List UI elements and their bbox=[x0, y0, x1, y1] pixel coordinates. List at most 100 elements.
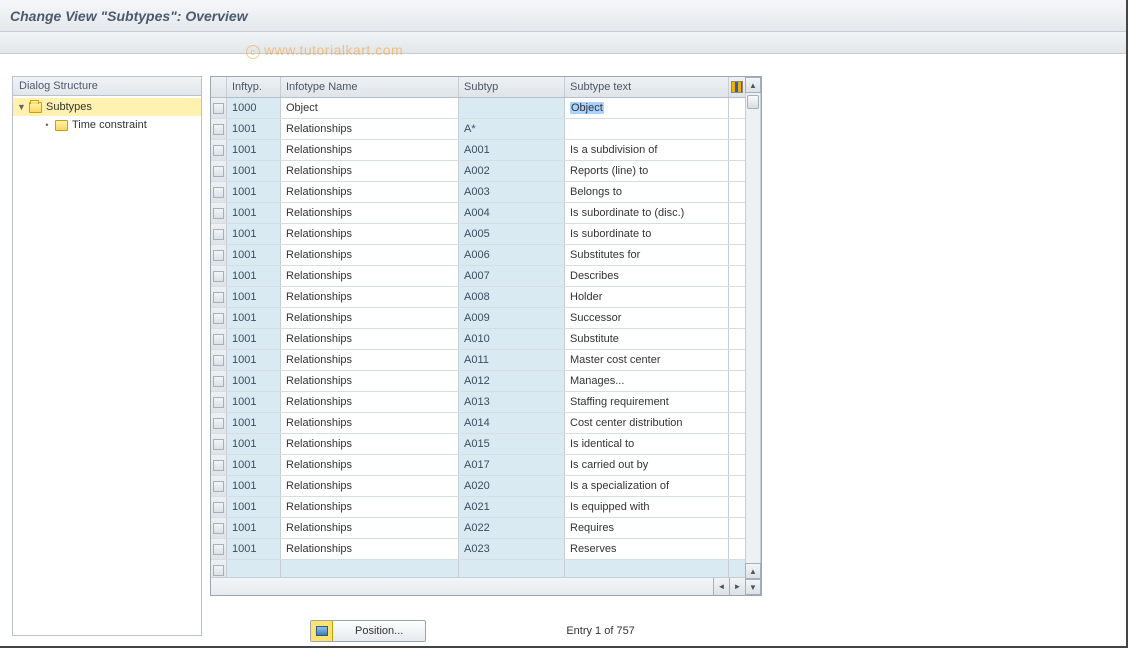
cell-infotype-name[interactable]: Relationships bbox=[281, 308, 459, 328]
grid-config-button[interactable] bbox=[729, 77, 745, 97]
cell-subtype[interactable]: A023 bbox=[459, 539, 565, 559]
table-row[interactable]: 1001RelationshipsA011Master cost center bbox=[211, 350, 745, 371]
cell-subtype[interactable]: A008 bbox=[459, 287, 565, 307]
cell-infotype-name[interactable]: Relationships bbox=[281, 434, 459, 454]
row-selector[interactable] bbox=[211, 434, 227, 454]
row-selector[interactable] bbox=[211, 182, 227, 202]
cell-infotype-name[interactable]: Object bbox=[281, 98, 459, 118]
table-row[interactable]: 1001RelationshipsA007Describes bbox=[211, 266, 745, 287]
row-selector[interactable] bbox=[211, 497, 227, 517]
cell-infotype-name[interactable]: Relationships bbox=[281, 476, 459, 496]
row-selector[interactable] bbox=[211, 98, 227, 118]
row-selector[interactable] bbox=[211, 476, 227, 496]
cell-infty[interactable]: 1001 bbox=[227, 182, 281, 202]
row-selector[interactable] bbox=[211, 455, 227, 475]
cell-subtype[interactable]: A015 bbox=[459, 434, 565, 454]
cell-infty[interactable]: 1001 bbox=[227, 497, 281, 517]
cell-subtype-text[interactable]: Describes bbox=[565, 266, 729, 286]
cell-infty[interactable]: 1001 bbox=[227, 539, 281, 559]
cell-infotype-name[interactable]: Relationships bbox=[281, 119, 459, 139]
cell-infotype-name[interactable]: Relationships bbox=[281, 329, 459, 349]
col-header-itname[interactable]: Infotype Name bbox=[281, 77, 459, 97]
cell-infty[interactable]: 1001 bbox=[227, 455, 281, 475]
row-selector[interactable] bbox=[211, 287, 227, 307]
table-row[interactable]: 1001RelationshipsA013Staffing requiremen… bbox=[211, 392, 745, 413]
table-row[interactable]: 1001RelationshipsA002Reports (line) to bbox=[211, 161, 745, 182]
cell-infty[interactable]: 1001 bbox=[227, 308, 281, 328]
table-row[interactable]: 1001RelationshipsA014Cost center distrib… bbox=[211, 413, 745, 434]
table-row[interactable]: 1001RelationshipsA005Is subordinate to bbox=[211, 224, 745, 245]
cell-infty[interactable]: 1001 bbox=[227, 371, 281, 391]
row-selector[interactable] bbox=[211, 560, 227, 577]
table-row[interactable]: 1001RelationshipsA009Successor bbox=[211, 308, 745, 329]
cell-subtype-text[interactable]: Belongs to bbox=[565, 182, 729, 202]
row-selector[interactable] bbox=[211, 266, 227, 286]
table-row[interactable]: 1001RelationshipsA015Is identical to bbox=[211, 434, 745, 455]
cell-infotype-name[interactable]: Relationships bbox=[281, 539, 459, 559]
row-selector[interactable] bbox=[211, 140, 227, 160]
cell-subtype-text[interactable]: Is carried out by bbox=[565, 455, 729, 475]
cell-subtype-text[interactable]: Manages... bbox=[565, 371, 729, 391]
row-selector[interactable] bbox=[211, 203, 227, 223]
table-row[interactable]: 1001RelationshipsA006Substitutes for bbox=[211, 245, 745, 266]
col-header-subty[interactable]: Subtyp bbox=[459, 77, 565, 97]
cell-subtype[interactable]: A007 bbox=[459, 266, 565, 286]
cell-subtype-text[interactable]: Requires bbox=[565, 518, 729, 538]
table-row[interactable]: 1001RelationshipsA017Is carried out by bbox=[211, 455, 745, 476]
table-row[interactable]: 1001RelationshipsA010Substitute bbox=[211, 329, 745, 350]
cell-subtype[interactable]: A012 bbox=[459, 371, 565, 391]
cell-infty[interactable]: 1000 bbox=[227, 98, 281, 118]
cell-subtype-text[interactable]: Staffing requirement bbox=[565, 392, 729, 412]
cell-subtype[interactable] bbox=[459, 98, 565, 118]
cell-infty[interactable]: 1001 bbox=[227, 434, 281, 454]
cell-subtype-text[interactable]: Substitutes for bbox=[565, 245, 729, 265]
cell-subtype[interactable]: A009 bbox=[459, 308, 565, 328]
cell-subtype[interactable]: A017 bbox=[459, 455, 565, 475]
cell-infotype-name[interactable]: Relationships bbox=[281, 182, 459, 202]
vscroll-up2-button[interactable]: ▲ bbox=[745, 563, 761, 579]
table-row[interactable]: 1001RelationshipsA022Requires bbox=[211, 518, 745, 539]
grid-header-selector[interactable] bbox=[211, 77, 227, 97]
cell-subtype[interactable]: A014 bbox=[459, 413, 565, 433]
cell-subtype[interactable]: A005 bbox=[459, 224, 565, 244]
cell-infotype-name[interactable]: Relationships bbox=[281, 455, 459, 475]
cell-infotype-name[interactable]: Relationships bbox=[281, 392, 459, 412]
cell-subtype-text[interactable]: Is equipped with bbox=[565, 497, 729, 517]
cell-subtype-text[interactable]: Is identical to bbox=[565, 434, 729, 454]
cell-subtype-text[interactable]: Is subordinate to (disc.) bbox=[565, 203, 729, 223]
cell-infotype-name[interactable]: Relationships bbox=[281, 497, 459, 517]
row-selector[interactable] bbox=[211, 161, 227, 181]
cell-subtype-text[interactable]: Is a specialization of bbox=[565, 476, 729, 496]
cell-subtype[interactable]: A011 bbox=[459, 350, 565, 370]
row-selector[interactable] bbox=[211, 371, 227, 391]
col-header-stxt[interactable]: Subtype text bbox=[565, 77, 729, 97]
row-selector[interactable] bbox=[211, 539, 227, 559]
cell-infotype-name[interactable]: Relationships bbox=[281, 350, 459, 370]
hscroll-right-button[interactable]: ► bbox=[729, 578, 745, 595]
table-row[interactable]: 1001RelationshipsA023Reserves bbox=[211, 539, 745, 560]
vscroll-up-button[interactable]: ▲ bbox=[745, 77, 761, 93]
cell-infty[interactable]: 1001 bbox=[227, 329, 281, 349]
cell-infotype-name[interactable]: Relationships bbox=[281, 140, 459, 160]
cell-subtype[interactable]: A003 bbox=[459, 182, 565, 202]
table-row[interactable]: 1000ObjectObject bbox=[211, 98, 745, 119]
cell-subtype[interactable]: A001 bbox=[459, 140, 565, 160]
cell-infotype-name[interactable]: Relationships bbox=[281, 161, 459, 181]
cell-infotype-name[interactable]: Relationships bbox=[281, 413, 459, 433]
cell-subtype[interactable]: A010 bbox=[459, 329, 565, 349]
cell-infty[interactable]: 1001 bbox=[227, 266, 281, 286]
table-row[interactable]: 1001RelationshipsA020Is a specialization… bbox=[211, 476, 745, 497]
row-selector[interactable] bbox=[211, 119, 227, 139]
row-selector[interactable] bbox=[211, 329, 227, 349]
cell-subtype-text[interactable] bbox=[565, 119, 729, 139]
cell-subtype-text[interactable]: Reports (line) to bbox=[565, 161, 729, 181]
cell-infty[interactable]: 1001 bbox=[227, 119, 281, 139]
cell-infty[interactable]: 1001 bbox=[227, 392, 281, 412]
tree-item-time-constraint[interactable]: • Time constraint bbox=[13, 116, 201, 134]
cell-subtype[interactable]: A* bbox=[459, 119, 565, 139]
row-selector[interactable] bbox=[211, 224, 227, 244]
cell-infty[interactable]: 1001 bbox=[227, 518, 281, 538]
table-row[interactable]: 1001RelationshipsA012Manages... bbox=[211, 371, 745, 392]
position-button[interactable]: Position... bbox=[310, 620, 426, 642]
cell-subtype-text[interactable]: Master cost center bbox=[565, 350, 729, 370]
